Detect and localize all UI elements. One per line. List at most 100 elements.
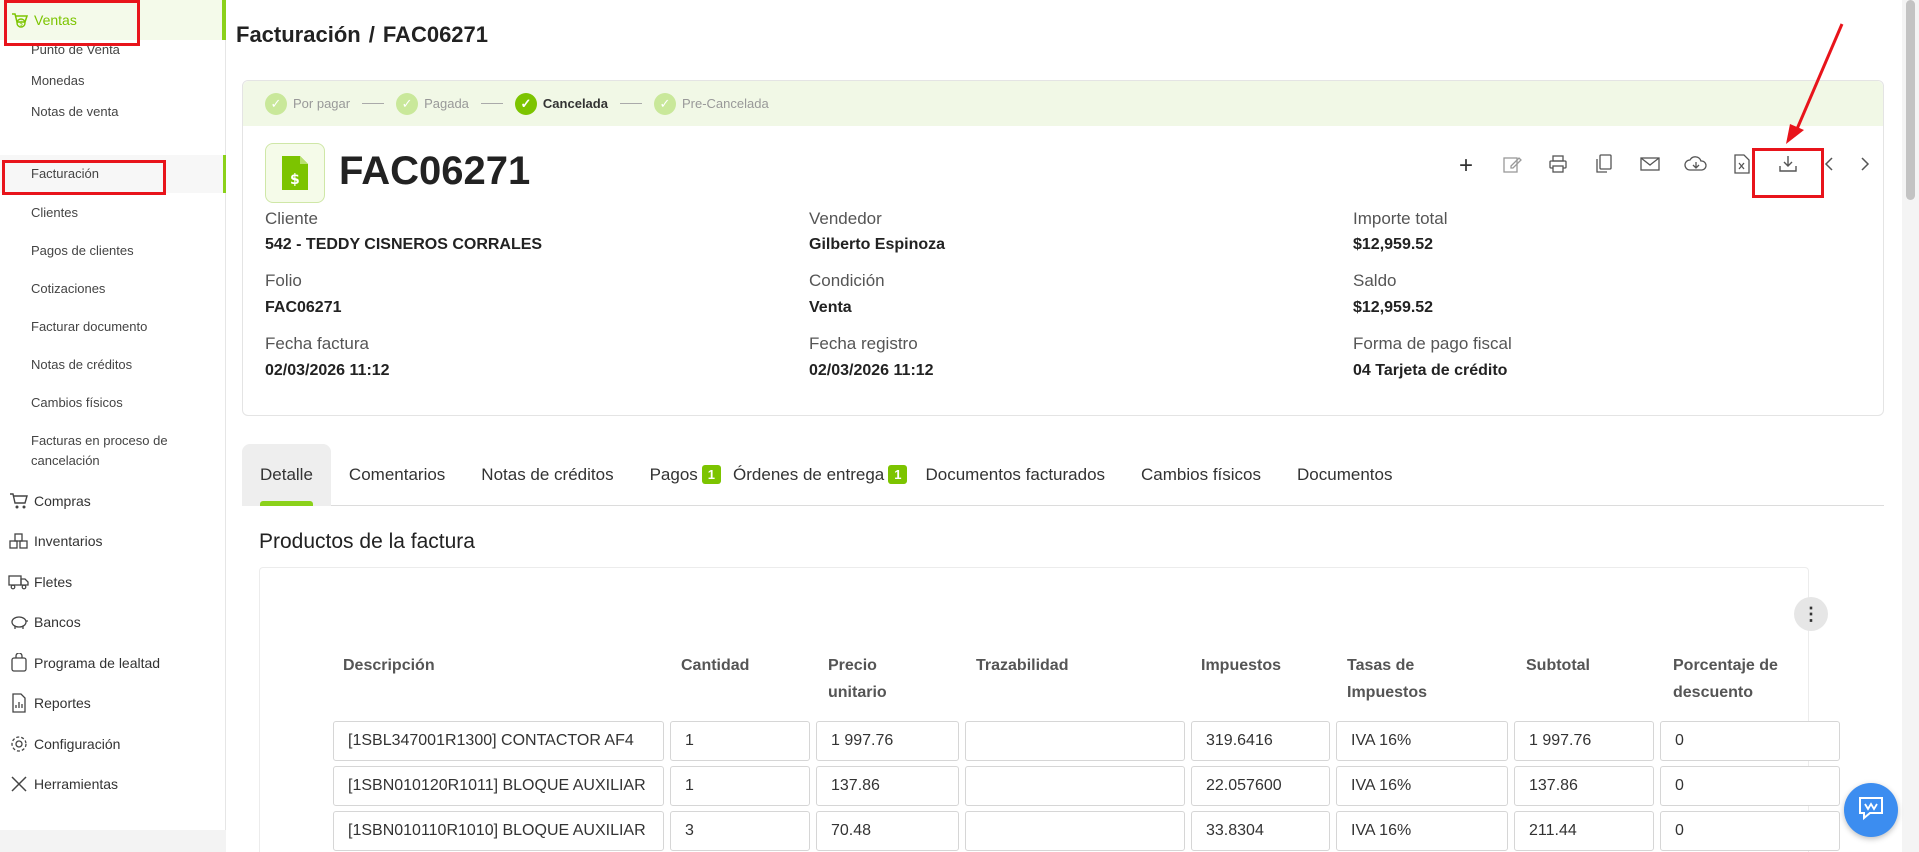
cell-tasa[interactable]: IVA 16%: [1336, 811, 1508, 851]
sidebar-section-label: Reportes: [34, 695, 91, 711]
email-button[interactable]: [1627, 143, 1673, 189]
tab-ordenes-de-entrega[interactable]: Órdenes de entrega 1: [727, 444, 913, 506]
cell-impuestos[interactable]: 22.057600: [1191, 766, 1330, 806]
products-table-card: [259, 567, 1809, 852]
sidebar-section-fletes[interactable]: Fletes: [0, 562, 226, 602]
cell-tasa[interactable]: IVA 16%: [1336, 721, 1508, 761]
cell-impuestos[interactable]: 33.8304: [1191, 811, 1330, 851]
sidebar-section-label: Herramientas: [34, 776, 119, 792]
folio-label: Folio: [265, 271, 302, 290]
sidebar-item-facturar-documento[interactable]: Facturar documento: [31, 317, 221, 337]
cell-precio[interactable]: 137.86: [816, 766, 959, 806]
tab-pagos[interactable]: Pagos 1: [632, 444, 727, 506]
sidebar-item-cambios-fisicos[interactable]: Cambios físicos: [31, 393, 221, 413]
edit-button[interactable]: [1489, 143, 1535, 189]
sidebar-section-compras[interactable]: Compras: [0, 481, 226, 521]
cell-impuestos[interactable]: 319.6416: [1191, 721, 1330, 761]
cell-subtotal[interactable]: 137.86: [1514, 766, 1654, 806]
page-title: Facturación / FAC06271: [236, 22, 488, 48]
header-text: Precio: [828, 657, 877, 674]
cell-descuento[interactable]: 0: [1660, 721, 1840, 761]
sidebar-section-inventarios[interactable]: Inventarios: [0, 521, 226, 561]
copy-button[interactable]: [1581, 143, 1627, 189]
cell-trazabilidad[interactable]: [965, 721, 1185, 761]
cell-cantidad[interactable]: 3: [670, 811, 810, 851]
vendedor-value: Gilberto Espinoza: [809, 236, 946, 253]
sales-icon: $: [8, 9, 30, 31]
cell-descripcion[interactable]: [1SBL347001R1300] CONTACTOR AF4: [333, 721, 664, 761]
header-cantidad: Cantidad: [681, 657, 750, 674]
cell-descuento[interactable]: 0: [1660, 811, 1840, 851]
boxes-icon: [8, 530, 30, 552]
cell-trazabilidad[interactable]: [965, 811, 1185, 851]
tab-notas-de-creditos[interactable]: Notas de créditos: [463, 444, 631, 506]
cell-precio[interactable]: 70.48: [816, 811, 959, 851]
header-text: unitario: [828, 684, 887, 701]
vendedor-label: Vendedor: [809, 209, 882, 228]
chat-button[interactable]: [1844, 783, 1898, 837]
sidebar-item-pagos-de-clientes[interactable]: Pagos de clientes: [31, 241, 221, 261]
cell-subtotal[interactable]: 1 997.76: [1514, 721, 1654, 761]
breadcrumb-parent[interactable]: Facturación: [236, 22, 361, 47]
tab-detalle[interactable]: Detalle: [242, 443, 331, 506]
cell-precio[interactable]: 1 997.76: [816, 721, 959, 761]
importe-total-label: Importe total: [1353, 209, 1448, 228]
products-section-title: Productos de la factura: [259, 530, 475, 553]
sidebar-section-label: Ventas: [34, 12, 77, 28]
step-pre-cancelada: ✓ Pre-Cancelada: [653, 92, 769, 115]
header-subtotal: Subtotal: [1526, 657, 1590, 674]
sidebar: $ Ventas Punto de Venta Monedas Notas de…: [0, 0, 226, 830]
print-button[interactable]: [1535, 143, 1581, 189]
sidebar-section-ventas[interactable]: $ Ventas: [0, 0, 226, 40]
sidebar-item-label: Facturas en proceso de: [31, 433, 168, 448]
tools-icon: [8, 773, 30, 795]
sidebar-section-reportes[interactable]: Reportes: [0, 683, 226, 723]
sidebar-item-notas-de-creditos[interactable]: Notas de créditos: [31, 355, 221, 375]
sidebar-item-cotizaciones[interactable]: Cotizaciones: [31, 279, 221, 299]
more-options-button[interactable]: ⋮: [1794, 597, 1828, 631]
tab-cambios-fisicos[interactable]: Cambios físicos: [1123, 444, 1279, 506]
sidebar-section-bancos[interactable]: Bancos: [0, 602, 226, 642]
forma-pago-value: 04 Tarjeta de crédito: [1353, 362, 1508, 379]
cliente-value: 542 - TEDDY CISNEROS CORRALES: [265, 236, 543, 253]
plus-icon: +: [1458, 152, 1473, 179]
tab-documentos-facturados[interactable]: Documentos facturados: [913, 444, 1123, 506]
sidebar-item-notas-de-venta[interactable]: Notas de venta: [31, 102, 221, 122]
cell-descripcion[interactable]: [1SBN010110R1010] BLOQUE AUXILIAR: [333, 811, 664, 851]
scrollbar-thumb[interactable]: [1906, 0, 1915, 200]
add-button[interactable]: +: [1443, 143, 1489, 189]
sidebar-section-label: Fletes: [34, 574, 73, 590]
svg-text:$: $: [19, 21, 23, 28]
sidebar-section-label: Configuración: [34, 736, 121, 752]
cell-trazabilidad[interactable]: [965, 766, 1185, 806]
header-trazabilidad: Trazabilidad: [976, 657, 1069, 674]
excel-export-button[interactable]: [1719, 143, 1765, 189]
cloud-download-button[interactable]: [1673, 143, 1719, 189]
sidebar-item-facturas-cancelacion[interactable]: Facturas en proceso de cancelación: [31, 431, 221, 471]
sidebar-item-facturacion[interactable]: Facturación: [0, 155, 226, 193]
cell-descripcion[interactable]: [1SBN010120R1011] BLOQUE AUXILIAR: [333, 766, 664, 806]
sidebar-section-herramientas[interactable]: Herramientas: [0, 764, 226, 804]
tab-label: Órdenes de entrega: [733, 464, 885, 484]
tab-documentos[interactable]: Documentos: [1279, 444, 1410, 506]
cell-cantidad[interactable]: 1: [670, 766, 810, 806]
sidebar-item-monedas[interactable]: Monedas: [31, 71, 221, 91]
breadcrumb-separator: /: [368, 22, 375, 47]
check-icon: ✓: [653, 92, 676, 115]
document-number: FAC06271: [339, 149, 531, 193]
cell-subtotal[interactable]: 211.44: [1514, 811, 1654, 851]
sidebar-section-configuracion[interactable]: Configuración: [0, 724, 226, 764]
sidebar-section-lealtad[interactable]: Programa de lealtad: [0, 643, 226, 683]
condicion-value: Venta: [809, 299, 852, 316]
sidebar-section-label: Programa de lealtad: [34, 655, 161, 671]
next-button[interactable]: [1847, 143, 1883, 189]
sidebar-item-punto-de-venta[interactable]: Punto de Venta: [31, 40, 221, 60]
step-label: Por pagar: [293, 96, 351, 111]
cell-cantidad[interactable]: 1: [670, 721, 810, 761]
sidebar-item-clientes[interactable]: Clientes: [31, 203, 221, 223]
cell-tasa[interactable]: IVA 16%: [1336, 766, 1508, 806]
cell-descuento[interactable]: 0: [1660, 766, 1840, 806]
tab-comentarios[interactable]: Comentarios: [331, 444, 463, 506]
tab-label: Documentos: [1297, 464, 1393, 484]
piggy-bank-icon: [8, 611, 30, 633]
